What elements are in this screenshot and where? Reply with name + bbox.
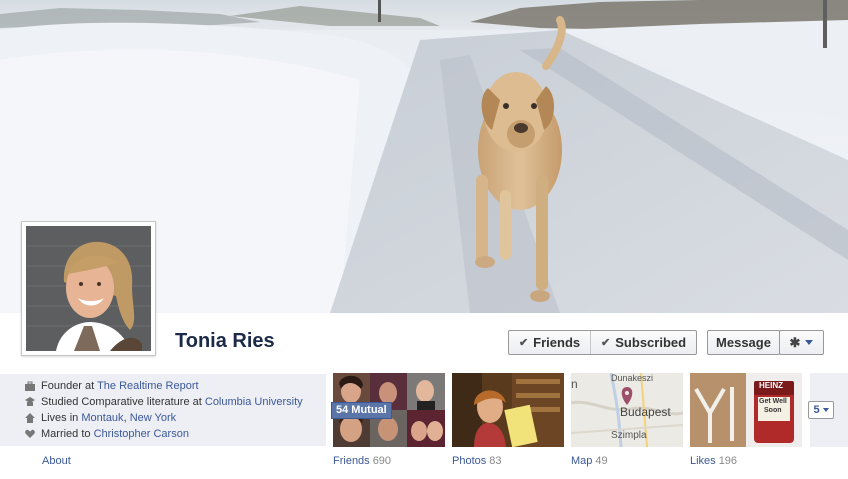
profile-name[interactable]: Tonia Ries [175, 330, 275, 353]
heart-icon [25, 429, 35, 439]
checkmark-icon: ✔ [518, 337, 529, 349]
state-link[interactable]: New York [130, 412, 176, 424]
mutual-friends-badge[interactable]: 54 Mutual [331, 402, 392, 419]
checkmark-icon: ✔ [601, 337, 611, 349]
about-link[interactable]: About [42, 455, 71, 467]
profile-info-list: Founder at The Realtime Report Studied C… [25, 378, 303, 442]
photos-count: 83 [489, 455, 502, 467]
likes-tile[interactable]: HEINZ Get Well Soon [690, 373, 802, 447]
likes-count: 196 [718, 455, 738, 467]
likes-tile-label[interactable]: Likes 196 [690, 455, 737, 467]
message-button[interactable]: Message [707, 330, 780, 355]
education-icon [25, 397, 35, 407]
subscribed-button-label: Subscribed [615, 335, 687, 350]
more-apps-button[interactable]: 5 [808, 401, 834, 419]
friends-count: 690 [372, 455, 392, 467]
gear-icon: ✱ [789, 334, 801, 350]
friends-button[interactable]: ✔ Friends [509, 331, 590, 354]
info-text: Married to Christopher Carson [41, 428, 189, 440]
heinz-brand-text: HEINZ [759, 381, 783, 390]
map-tile[interactable]: n Dunakeszi Budapest Szimpla [571, 373, 683, 447]
info-text: Founder at The Realtime Report [41, 380, 199, 392]
svg-text:n: n [571, 377, 578, 391]
info-row-education: Studied Comparative literature at Columb… [25, 394, 303, 410]
map-count: 49 [595, 455, 608, 467]
city-link[interactable]: Montauk [81, 412, 123, 424]
friends-button-label: Friends [533, 335, 581, 350]
heinz-line-2: Soon [764, 407, 782, 414]
info-row-relationship: Married to Christopher Carson [25, 426, 303, 442]
friends-tile-label[interactable]: Friends 690 [333, 455, 391, 467]
work-link[interactable]: The Realtime Report [97, 380, 199, 392]
spouse-link[interactable]: Christopher Carson [94, 428, 189, 440]
relationship-buttons: ✔ Friends ✔ Subscribed [508, 330, 697, 355]
info-text: Studied Comparative literature at Columb… [41, 396, 303, 408]
info-row-work: Founder at The Realtime Report [25, 378, 303, 394]
photos-tile-label[interactable]: Photos 83 [452, 455, 502, 467]
photos-tile[interactable] [452, 373, 564, 447]
message-button-label: Message [716, 335, 771, 350]
more-apps-count: 5 [813, 404, 820, 416]
info-row-location: Lives in Montauk, New York [25, 410, 303, 426]
map-city-label: Budapest [620, 405, 671, 419]
briefcase-icon [25, 381, 35, 391]
info-text: Lives in Montauk, New York [41, 412, 177, 424]
home-icon [25, 413, 35, 423]
chevron-down-icon [805, 340, 814, 345]
subscribed-button[interactable]: ✔ Subscribed [590, 331, 696, 354]
chevron-down-icon [822, 408, 829, 412]
map-place-label: Dunakeszi [611, 373, 654, 383]
map-place-label: Szimpla [611, 430, 647, 441]
education-link[interactable]: Columbia University [205, 396, 303, 408]
settings-menu-button[interactable]: ✱ [779, 330, 824, 355]
profile-picture[interactable] [21, 221, 156, 356]
heinz-line-1: Get Well [759, 398, 787, 405]
map-tile-label[interactable]: Map 49 [571, 455, 608, 467]
